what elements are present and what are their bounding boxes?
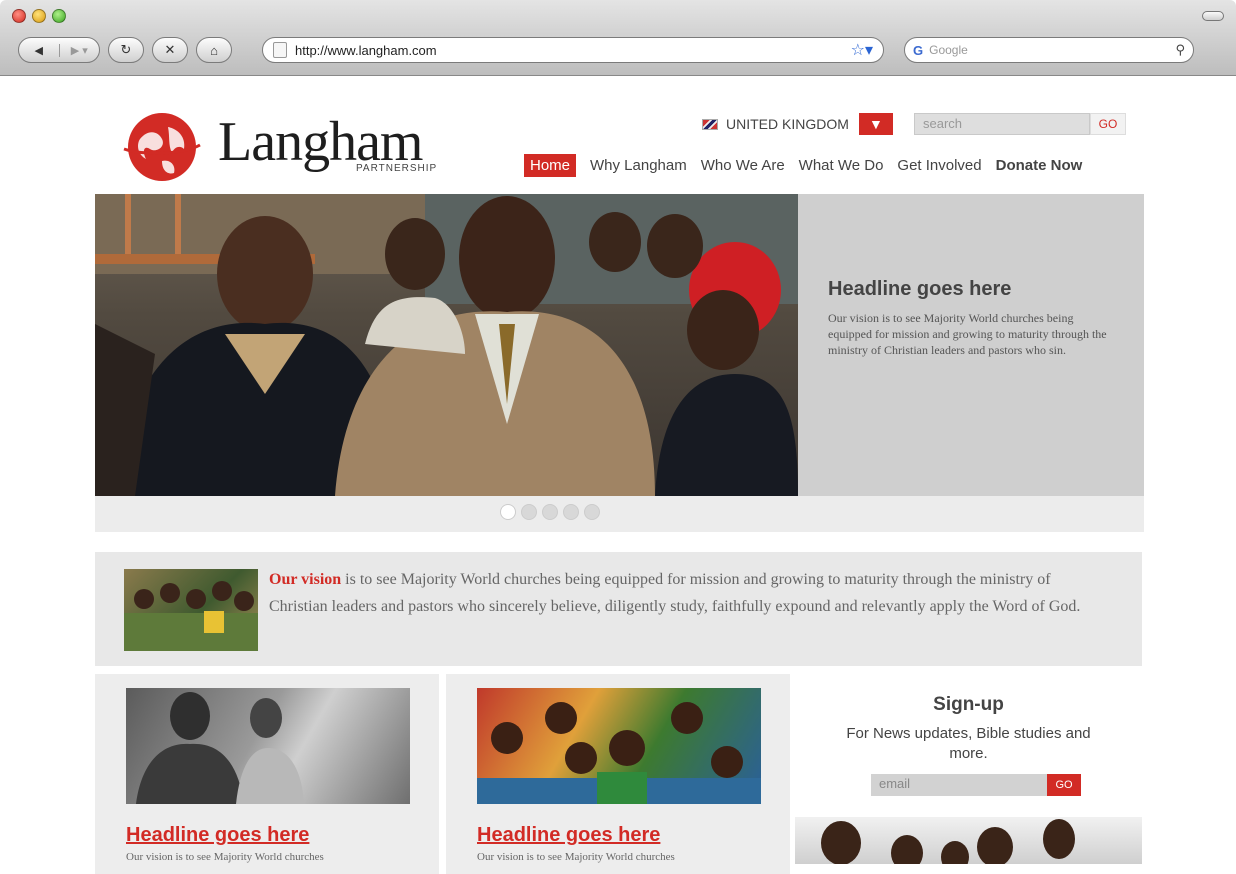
hero-headline[interactable]: Headline goes here: [828, 278, 1011, 301]
vision-highlight: Our vision: [269, 571, 342, 588]
carousel-dots: [95, 504, 1144, 520]
signup-description: For News updates, Bible studies and more…: [846, 725, 1091, 762]
email-field[interactable]: email: [871, 774, 1047, 796]
reload-button[interactable]: ↻: [108, 37, 144, 63]
nav-what-we-do[interactable]: What We Do: [799, 157, 884, 174]
browser-toolbar: ◀ ▶ ▾ ↻ ✕ ⌂ http://www.langham.com ☆▾ G …: [0, 0, 1236, 76]
signup-photo: [795, 817, 1142, 864]
hero-photo[interactable]: [95, 194, 798, 496]
nav-get-involved[interactable]: Get Involved: [897, 157, 981, 174]
card-2-headline[interactable]: Headline goes here: [477, 824, 660, 847]
reload-icon: ↻: [120, 42, 132, 57]
vision-photo: [124, 569, 258, 651]
nav-home[interactable]: Home: [524, 154, 577, 177]
card-1-photo-illustration: [136, 692, 304, 804]
search-engine-icon[interactable]: G: [913, 43, 923, 58]
home-icon: ⌂: [210, 42, 218, 58]
carousel-dot-4[interactable]: [562, 504, 579, 520]
vision-photo-illustration: [124, 581, 258, 651]
hero-text-panel: Headline goes here Our vision is to see …: [798, 194, 1144, 496]
browser-search-input[interactable]: Google: [929, 43, 1169, 57]
uk-flag-icon: [702, 118, 718, 130]
browser-search-box[interactable]: G Google ⚲: [904, 37, 1194, 63]
site-search-input[interactable]: search: [914, 113, 1090, 135]
hero-carousel: Headline goes here Our vision is to see …: [95, 194, 1144, 532]
signup-go-button[interactable]: GO: [1047, 774, 1081, 796]
globe-logo-icon: [123, 113, 201, 181]
card-1-headline[interactable]: Headline goes here: [126, 824, 309, 847]
site-search-go-button[interactable]: GO: [1090, 113, 1126, 135]
news-card-1: Headline goes here Our vision is to see …: [95, 674, 439, 874]
web-page: Langham PARTNERSHIP UNITED KINGDOM ▼ sea…: [0, 77, 1236, 874]
search-icon[interactable]: ⚲: [1175, 42, 1185, 58]
card-2-text: Our vision is to see Majority World chur…: [477, 851, 675, 863]
carousel-dot-2[interactable]: [520, 504, 537, 520]
window-controls: [12, 9, 66, 23]
card-2-photo-illustration: [477, 702, 761, 804]
vision-body: is to see Majority World churches being …: [269, 571, 1081, 615]
hero-description: Our vision is to see Majority World chur…: [828, 311, 1107, 357]
card-2-photo[interactable]: [477, 688, 761, 804]
card-1-photo[interactable]: [126, 688, 410, 804]
minimize-window-button[interactable]: [32, 9, 46, 23]
page-icon: [273, 42, 287, 58]
vision-text: Our vision is to see Majority World chur…: [269, 566, 1105, 620]
zoom-window-button[interactable]: [52, 9, 66, 23]
chevron-down-icon[interactable]: ▼: [858, 113, 893, 135]
stop-icon: ✕: [164, 42, 176, 57]
nav-why-langham[interactable]: Why Langham: [590, 157, 687, 174]
region-selector[interactable]: UNITED KINGDOM ▼: [702, 113, 893, 135]
main-navigation: Home Why Langham Who We Are What We Do G…: [524, 154, 1082, 177]
logo-subtitle: PARTNERSHIP: [356, 163, 438, 174]
carousel-dot-3[interactable]: [541, 504, 558, 520]
nav-donate-now[interactable]: Donate Now: [996, 157, 1083, 174]
toolbar-toggle-button[interactable]: [1202, 11, 1224, 21]
address-bar[interactable]: http://www.langham.com ☆▾: [262, 37, 884, 63]
url-text[interactable]: http://www.langham.com: [295, 43, 843, 58]
close-window-button[interactable]: [12, 9, 26, 23]
back-button[interactable]: ◀: [19, 44, 59, 57]
home-button[interactable]: ⌂: [196, 37, 232, 63]
nav-who-we-are[interactable]: Who We Are: [701, 157, 785, 174]
signup-form: email GO: [871, 774, 1081, 796]
site-logo[interactable]: Langham PARTNERSHIP: [122, 109, 482, 189]
region-label: UNITED KINGDOM: [726, 116, 849, 132]
stop-button[interactable]: ✕: [152, 37, 188, 63]
bookmark-star-icon[interactable]: ☆▾: [851, 40, 873, 60]
forward-button[interactable]: ▶ ▾: [58, 43, 100, 57]
carousel-dot-5[interactable]: [583, 504, 600, 520]
carousel-dot-1[interactable]: [499, 504, 516, 520]
signup-panel: Sign-up For News updates, Bible studies …: [795, 674, 1142, 864]
vision-section: Our vision is to see Majority World chur…: [95, 552, 1142, 666]
card-1-text: Our vision is to see Majority World chur…: [126, 851, 324, 863]
signup-title: Sign-up: [933, 694, 1004, 715]
signup-photo-illustration: [821, 819, 1075, 864]
back-forward-group: ◀ ▶ ▾: [18, 37, 100, 63]
news-card-2: Headline goes here Our vision is to see …: [446, 674, 790, 874]
browser-nav-buttons: ◀ ▶ ▾ ↻ ✕ ⌂: [18, 36, 232, 64]
site-search: search GO: [914, 113, 1126, 135]
hero-photo-illustration: [95, 194, 798, 496]
